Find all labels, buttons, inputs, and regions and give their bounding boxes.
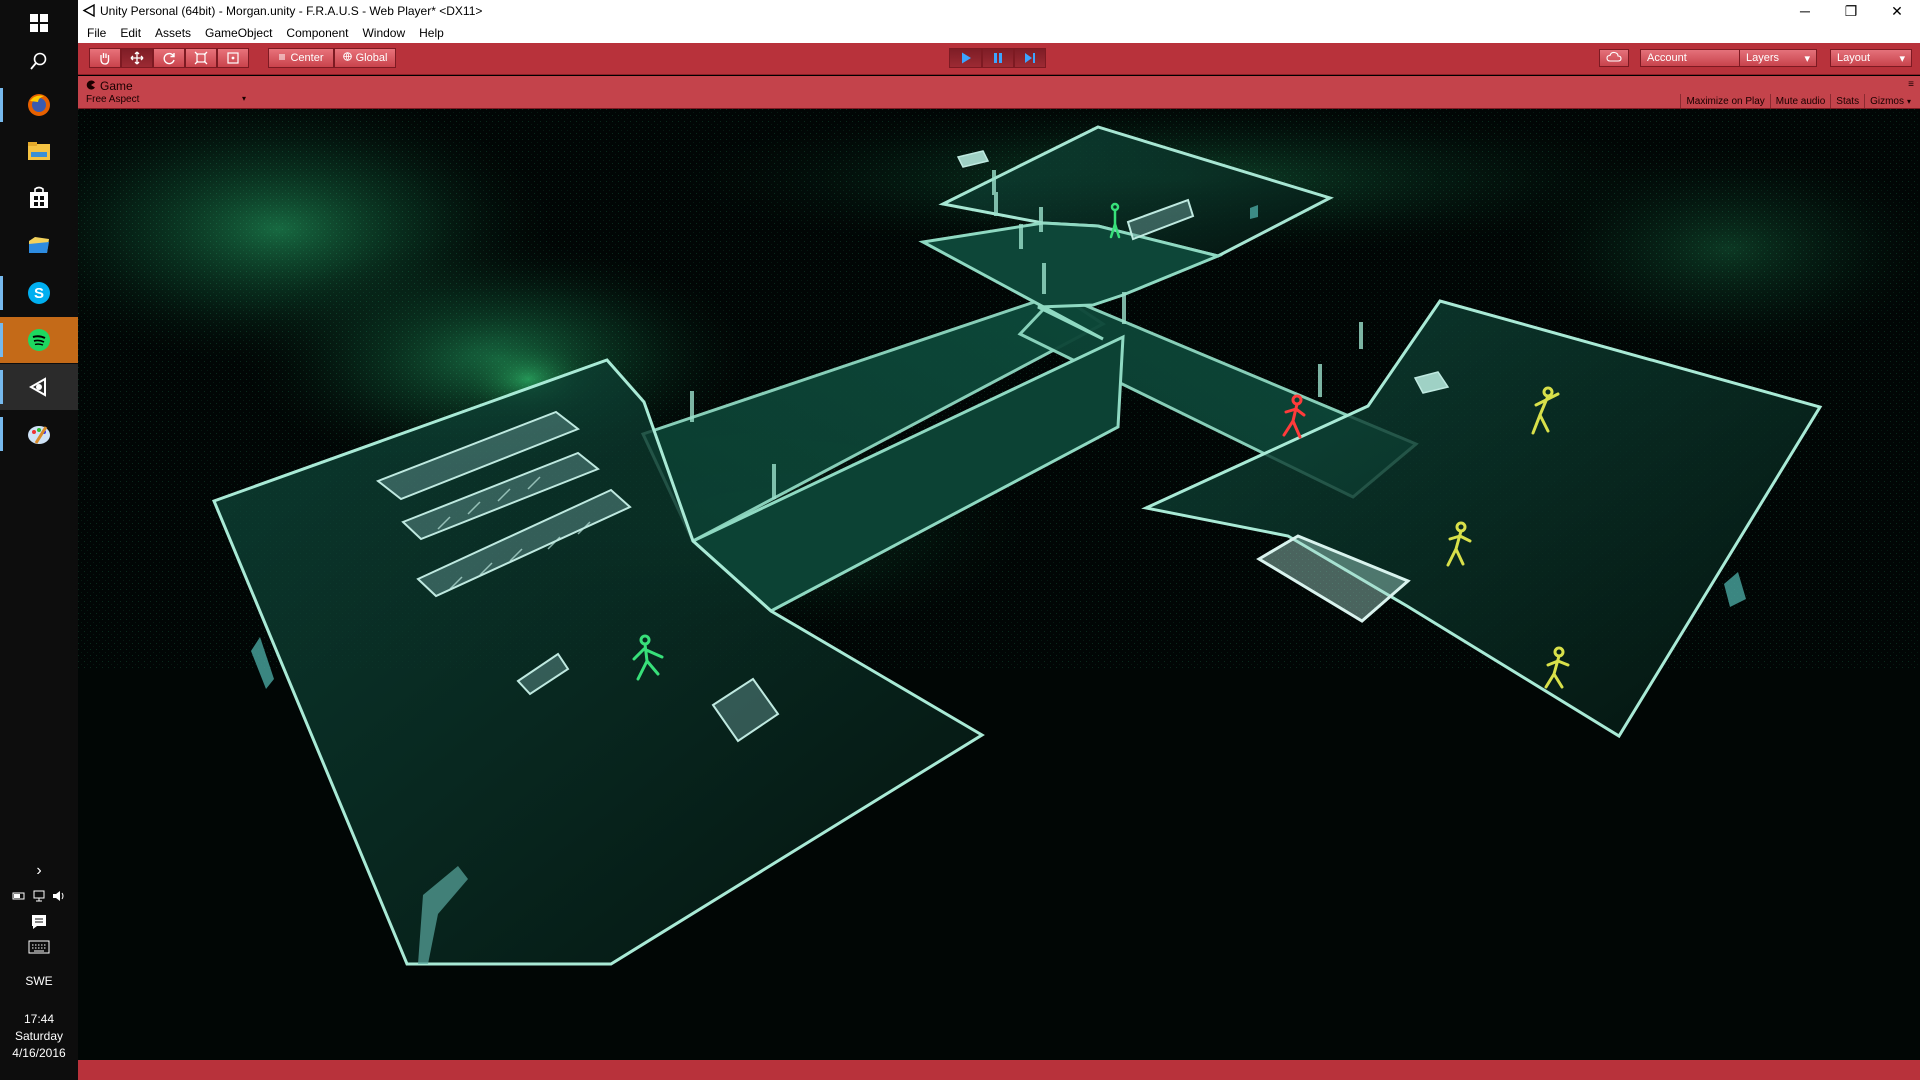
menu-help[interactable]: Help: [412, 26, 451, 40]
transform-tools: [89, 48, 249, 68]
firefox-icon[interactable]: [0, 82, 78, 128]
pivot-toggle-button[interactable]: Center: [268, 48, 334, 68]
menu-edit[interactable]: Edit: [113, 26, 148, 40]
paint-icon[interactable]: [0, 411, 78, 457]
game-scene-render: [78, 109, 1920, 1060]
gizmos-dropdown[interactable]: Gizmos ▾: [1864, 94, 1916, 108]
layout-dropdown-label: Layout: [1837, 52, 1871, 64]
volume-icon[interactable]: [52, 890, 66, 905]
dropdown-arrow-icon: ▾: [1906, 96, 1911, 106]
window-title: Unity Personal (64bit) - Morgan.unity - …: [100, 4, 483, 18]
account-dropdown[interactable]: Account ▾: [1640, 49, 1752, 67]
panel-menu-icon[interactable]: ≡: [1908, 79, 1914, 90]
mute-audio-toggle[interactable]: Mute audio: [1769, 94, 1830, 108]
show-hidden-icons-button[interactable]: ›: [0, 862, 78, 880]
action-center-icon[interactable]: [0, 914, 78, 933]
step-button[interactable]: [1014, 48, 1046, 68]
file-explorer-icon[interactable]: [0, 128, 78, 174]
clock-day[interactable]: Saturday: [0, 1029, 78, 1043]
aspect-dropdown[interactable]: Free Aspect ▾: [86, 94, 246, 108]
game-view-options: Maximize on Play Mute audio Stats Gizmos…: [1680, 94, 1916, 108]
rotate-tool-icon[interactable]: [153, 48, 185, 68]
status-bar: [78, 1060, 1920, 1080]
network-icon[interactable]: [32, 890, 46, 905]
game-panel-header: Game ≡ Free Aspect ▾ Maximize on Play Mu…: [78, 76, 1920, 109]
unity-app-icon: [82, 3, 97, 21]
gizmos-dropdown-label: Gizmos: [1870, 95, 1904, 107]
close-button[interactable]: ✕: [1874, 0, 1920, 22]
clock-time[interactable]: 17:44: [0, 1012, 78, 1026]
touch-keyboard-icon[interactable]: [0, 940, 78, 957]
layers-dropdown-label: Layers: [1746, 52, 1780, 64]
battery-icon[interactable]: [12, 890, 26, 905]
pivot-center-icon: [278, 52, 286, 64]
cloud-icon: [1606, 51, 1622, 65]
svg-text:S: S: [34, 285, 44, 302]
restore-button[interactable]: ❐: [1828, 0, 1874, 22]
tab-game[interactable]: Game: [86, 78, 133, 94]
store-icon[interactable]: [0, 175, 78, 221]
skype-icon[interactable]: S: [0, 270, 78, 316]
title-bar: Unity Personal (64bit) - Morgan.unity - …: [78, 0, 1920, 22]
globe-icon: [342, 52, 352, 64]
tab-game-label: Game: [100, 79, 133, 93]
menu-gameobject[interactable]: GameObject: [198, 26, 279, 40]
windows-taskbar: S › SWE 17:44 Saturday 4/16/2016: [0, 0, 78, 1080]
clock-date[interactable]: 4/16/2016: [0, 1046, 78, 1060]
folder-icon[interactable]: [0, 222, 78, 268]
handle-toggles: Center Global: [268, 48, 396, 68]
unity-icon[interactable]: [0, 364, 78, 410]
layers-dropdown[interactable]: Layers ▾: [1739, 49, 1817, 67]
account-dropdown-label: Account: [1647, 52, 1687, 64]
unity-toolbar: Center Global Account ▾ Layers ▾ Layout …: [78, 43, 1920, 75]
layout-dropdown[interactable]: Layout ▾: [1830, 49, 1912, 67]
menu-assets[interactable]: Assets: [148, 26, 198, 40]
search-icon[interactable]: [0, 38, 78, 84]
stats-toggle[interactable]: Stats: [1830, 94, 1864, 108]
play-button[interactable]: [949, 48, 982, 68]
aspect-dropdown-label: Free Aspect: [86, 94, 140, 105]
space-toggle-button[interactable]: Global: [334, 48, 396, 68]
pause-button[interactable]: [982, 48, 1014, 68]
rect-tool-icon[interactable]: [217, 48, 249, 68]
game-view-viewport[interactable]: [78, 109, 1920, 1060]
menu-window[interactable]: Window: [355, 26, 412, 40]
move-tool-icon[interactable]: [121, 48, 153, 68]
language-indicator[interactable]: SWE: [0, 974, 78, 988]
menu-file[interactable]: File: [80, 26, 113, 40]
system-tray: [0, 890, 78, 905]
hand-tool-icon[interactable]: [89, 48, 121, 68]
menu-bar: File Edit Assets GameObject Component Wi…: [78, 22, 1920, 43]
game-pacman-icon: [86, 79, 96, 93]
dropdown-arrow-icon: ▾: [241, 94, 246, 103]
cloud-services-button[interactable]: [1599, 49, 1629, 67]
maximize-on-play-toggle[interactable]: Maximize on Play: [1680, 94, 1769, 108]
playback-controls: [949, 48, 1046, 68]
space-toggle-label: Global: [355, 52, 388, 64]
minimize-button[interactable]: ─: [1782, 0, 1828, 22]
spotify-icon[interactable]: [0, 317, 78, 363]
menu-component[interactable]: Component: [279, 26, 355, 40]
dropdown-arrow-icon: ▾: [1804, 52, 1810, 65]
scale-tool-icon[interactable]: [185, 48, 217, 68]
pivot-toggle-label: Center: [290, 52, 324, 64]
dropdown-arrow-icon: ▾: [1899, 52, 1905, 65]
